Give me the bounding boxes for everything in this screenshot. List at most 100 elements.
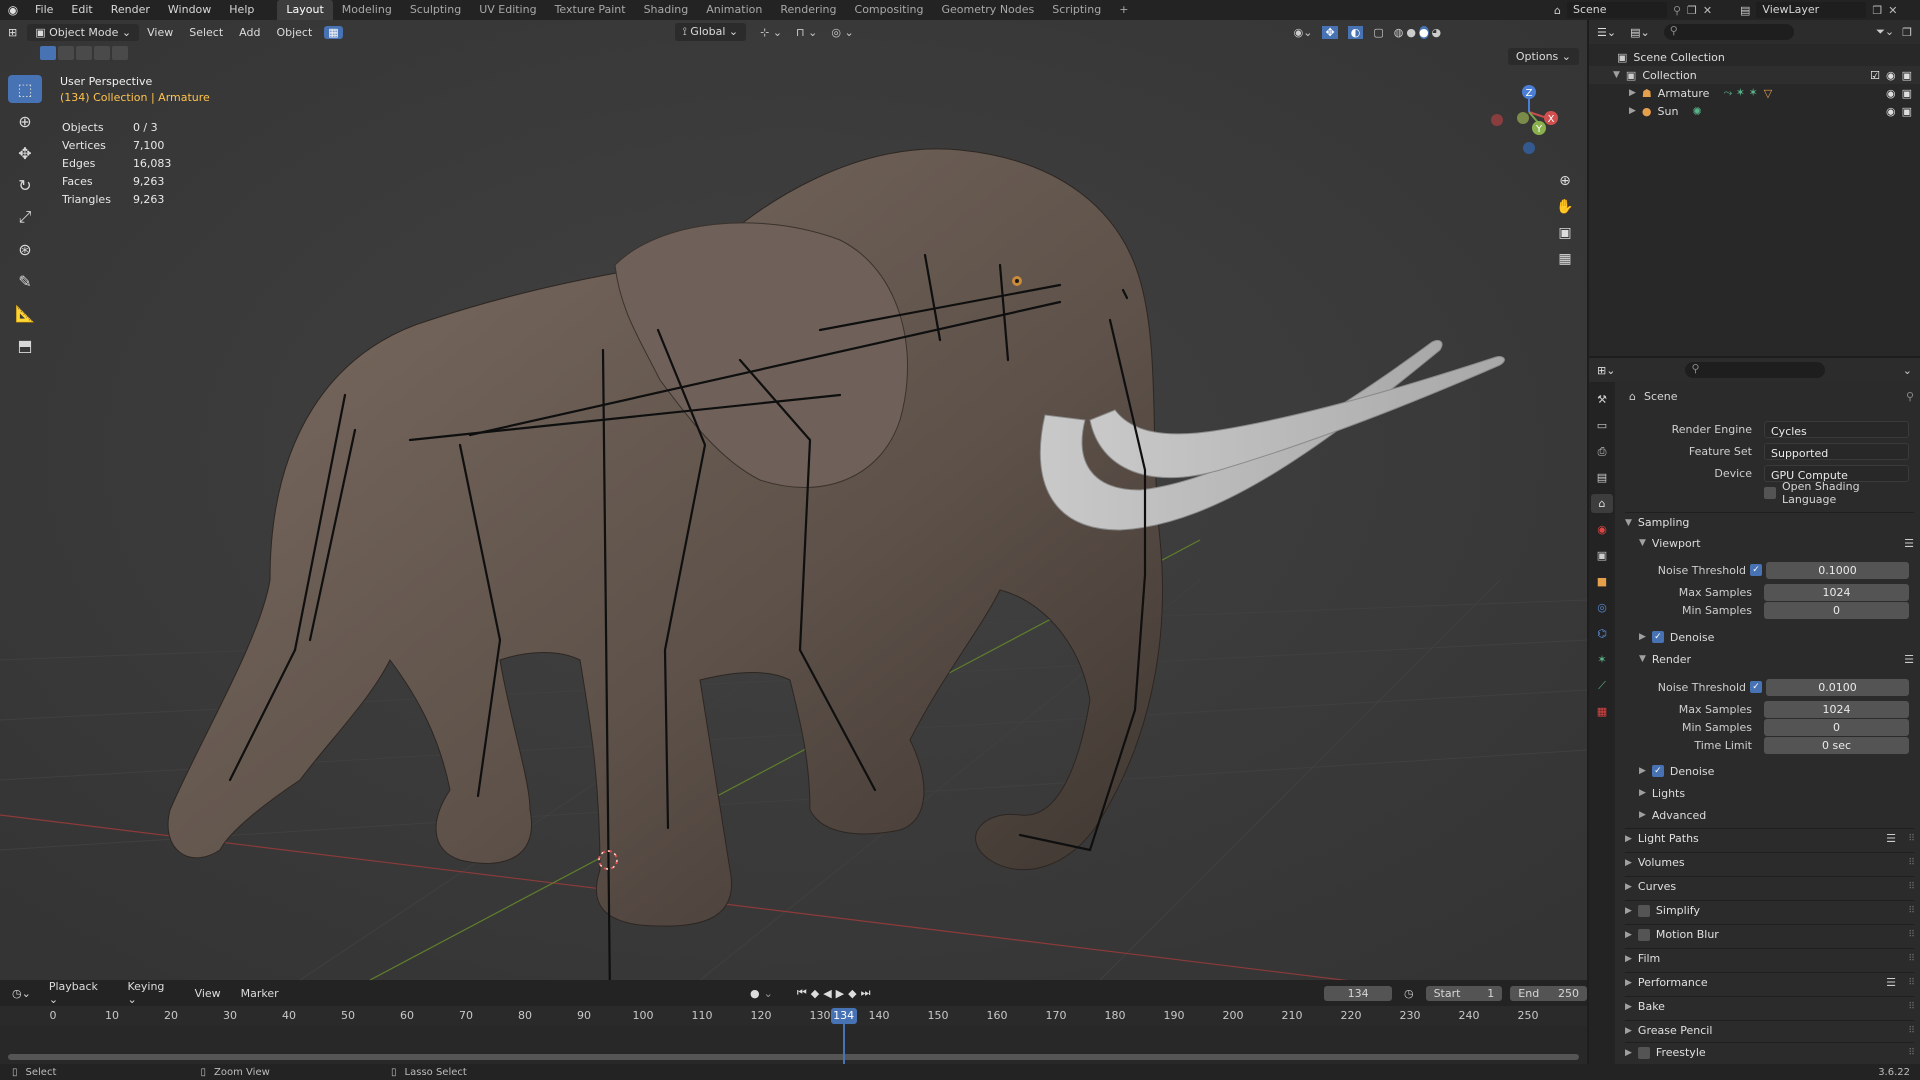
- denoise-checkbox[interactable]: ✓: [1651, 765, 1664, 777]
- menu-playback[interactable]: Playback ⌄: [41, 978, 116, 1008]
- pin-icon[interactable]: ⚲: [1673, 4, 1681, 17]
- drag-handle-icon[interactable]: ⠿: [1908, 1026, 1915, 1036]
- timeline-track[interactable]: [0, 1026, 1587, 1064]
- denoise-checkbox[interactable]: ✓: [1651, 631, 1664, 643]
- delete-scene-icon[interactable]: ✕: [1703, 4, 1712, 17]
- drag-handle-icon[interactable]: ⠿: [1908, 834, 1915, 844]
- light-paths-panel-header[interactable]: ▶ Light Paths ☰ ⠿: [1625, 828, 1915, 848]
- viewport-noise-field[interactable]: 0.1000: [1766, 561, 1909, 579]
- armature-data-tab-icon[interactable]: ✶: [1591, 650, 1613, 669]
- simplify-panel-header[interactable]: ▶ Simplify ⠿: [1625, 900, 1915, 920]
- camera-icon[interactable]: ▣: [1902, 87, 1912, 100]
- play-icon[interactable]: ▶: [836, 987, 844, 1000]
- new-selection-icon[interactable]: [40, 46, 56, 60]
- noise-threshold-checkbox[interactable]: ✓: [1750, 564, 1762, 576]
- render-noise-field[interactable]: 0.0100: [1766, 678, 1909, 696]
- feature-set-dropdown[interactable]: Supported: [1764, 442, 1909, 460]
- viewport-subpanel-header[interactable]: ▼ Viewport ☰: [1639, 534, 1914, 552]
- freestyle-checkbox[interactable]: [1637, 1046, 1650, 1059]
- bake-panel-header[interactable]: ▶ Bake ⠿: [1625, 996, 1915, 1016]
- motion-blur-panel-header[interactable]: ▶ Motion Blur ⠿: [1625, 924, 1915, 944]
- menu-marker[interactable]: Marker: [233, 985, 287, 1002]
- cursor-tool-icon[interactable]: ⊕: [8, 107, 42, 135]
- collection-tab-icon[interactable]: ▣: [1591, 546, 1613, 565]
- render-denoise-header[interactable]: ▶ ✓ Denoise: [1639, 762, 1714, 780]
- tab-animation[interactable]: Animation: [697, 0, 771, 20]
- prev-keyframe-icon[interactable]: ◆: [811, 987, 819, 1000]
- tab-scripting[interactable]: Scripting: [1043, 0, 1110, 20]
- zoom-icon[interactable]: ⊕: [1551, 170, 1579, 192]
- shading-solid-icon[interactable]: ●: [1406, 26, 1416, 39]
- list-icon[interactable]: ☰: [1904, 653, 1914, 666]
- outliner-item-armature[interactable]: ▶ ☗ Armature ⤳ ✶ ✶ ▽ ◉ ▣: [1589, 84, 1920, 102]
- filter-icon[interactable]: ⏷⌄: [1876, 25, 1894, 39]
- noise-threshold-checkbox[interactable]: ✓: [1750, 681, 1762, 693]
- mode-dropdown[interactable]: ▣ Object Mode ⌄: [27, 23, 140, 41]
- subtract-selection-icon[interactable]: [76, 46, 92, 60]
- menu-select[interactable]: Select: [181, 24, 231, 41]
- options-dropdown[interactable]: Options ⌄: [1507, 48, 1579, 65]
- timeline-scrollbar[interactable]: [8, 1054, 1579, 1060]
- scene-name[interactable]: Scene: [1566, 2, 1667, 18]
- camera-icon[interactable]: ▣: [1551, 222, 1579, 244]
- list-icon[interactable]: ☰: [1904, 537, 1914, 550]
- view-layer-tab-icon[interactable]: ▤: [1591, 468, 1613, 487]
- tab-layout[interactable]: Layout: [277, 0, 333, 20]
- menu-view[interactable]: View: [187, 985, 229, 1002]
- eye-icon[interactable]: ◉: [1886, 105, 1896, 118]
- end-frame-field[interactable]: End 250: [1510, 985, 1587, 1001]
- measure-tool-icon[interactable]: 📐: [8, 299, 42, 327]
- texture-tab-icon[interactable]: ▦: [1591, 702, 1613, 721]
- navigation-gizmo[interactable]: Z X Y ⊕ ✋ ▣ ▦: [1479, 80, 1579, 280]
- scale-tool-icon[interactable]: ⤢: [8, 203, 42, 231]
- expand-icon[interactable]: ▼: [1613, 70, 1620, 80]
- drag-handle-icon[interactable]: ⠿: [1908, 858, 1915, 868]
- film-panel-header[interactable]: ▶ Film ⠿: [1625, 948, 1915, 968]
- blender-logo-icon[interactable]: ◉: [0, 3, 26, 17]
- menu-file[interactable]: File: [26, 0, 62, 20]
- add-workspace-button[interactable]: +: [1110, 0, 1137, 20]
- editor-type-icon[interactable]: ☰⌄: [1597, 26, 1616, 39]
- drag-handle-icon[interactable]: ⠿: [1908, 1048, 1915, 1058]
- tab-shading[interactable]: Shading: [635, 0, 698, 20]
- editor-type-icon[interactable]: ◷⌄: [12, 987, 31, 1000]
- play-reverse-icon[interactable]: ◀: [823, 987, 831, 1000]
- bone-tab-icon[interactable]: ⟋: [1591, 676, 1613, 695]
- viewport-max-samples-field[interactable]: 1024: [1764, 583, 1909, 601]
- properties-search[interactable]: ⚲: [1685, 362, 1826, 378]
- selection-mode-icons[interactable]: [40, 46, 128, 60]
- viewport-denoise-header[interactable]: ▶ ✓ Denoise: [1639, 628, 1714, 646]
- view-layer-name[interactable]: ViewLayer: [1756, 2, 1867, 18]
- shading-rendered-icon[interactable]: ◕: [1432, 26, 1442, 39]
- display-mode-icon[interactable]: ▤⌄: [1630, 26, 1650, 39]
- volumes-panel-header[interactable]: ▶ Volumes ⠿: [1625, 852, 1915, 872]
- menu-object[interactable]: Object: [268, 24, 320, 41]
- eye-icon[interactable]: ◉: [1886, 87, 1896, 100]
- list-icon[interactable]: ☰: [1886, 976, 1896, 989]
- current-frame-field[interactable]: 134: [1324, 985, 1392, 1001]
- visibility-icon[interactable]: ◉⌄: [1294, 26, 1313, 39]
- transform-tool-icon[interactable]: ⊛: [8, 235, 42, 263]
- tool-tab-icon[interactable]: ⚒: [1591, 390, 1613, 409]
- motion-blur-checkbox[interactable]: [1637, 928, 1650, 941]
- clock-icon[interactable]: ◷: [1404, 987, 1414, 1000]
- ortho-grid-icon[interactable]: ▦: [1551, 248, 1579, 270]
- outliner-search[interactable]: ⚲: [1663, 24, 1794, 40]
- orientation-dropdown[interactable]: ⟟ Global ⌄: [674, 23, 747, 41]
- tab-uv-editing[interactable]: UV Editing: [470, 0, 545, 20]
- new-collection-icon[interactable]: ❐: [1902, 26, 1912, 39]
- rotate-tool-icon[interactable]: ↻: [8, 171, 42, 199]
- sampling-panel-header[interactable]: ▼ Sampling: [1625, 512, 1914, 532]
- drag-handle-icon[interactable]: ⠿: [1908, 978, 1915, 988]
- list-icon[interactable]: ☰: [1886, 832, 1896, 845]
- curves-panel-header[interactable]: ▶ Curves ⠿: [1625, 876, 1915, 896]
- drag-handle-icon[interactable]: ⠿: [1908, 954, 1915, 964]
- advanced-subpanel-header[interactable]: ▶ Advanced: [1639, 806, 1706, 824]
- drag-handle-icon[interactable]: ⠿: [1908, 930, 1915, 940]
- render-tab-icon[interactable]: ▭: [1591, 416, 1613, 435]
- freestyle-panel-header[interactable]: ▶ Freestyle ⠿: [1625, 1042, 1915, 1062]
- jump-end-icon[interactable]: ⏭: [861, 986, 871, 1000]
- camera-icon[interactable]: ▣: [1902, 69, 1912, 82]
- overlay-toggle-icon[interactable]: ◐: [1347, 25, 1364, 39]
- performance-panel-header[interactable]: ▶ Performance ☰ ⠿: [1625, 972, 1915, 992]
